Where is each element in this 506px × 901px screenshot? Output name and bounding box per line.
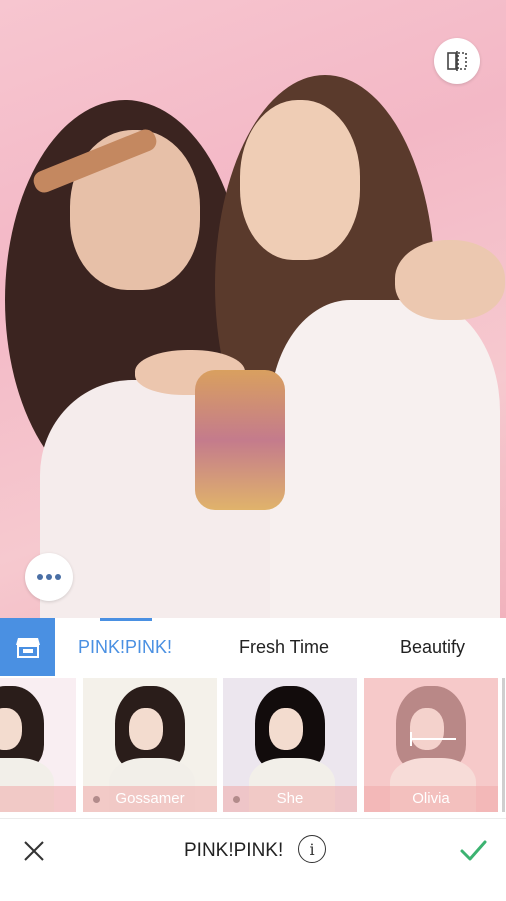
confirm-button[interactable]: [458, 835, 488, 865]
filter-thumb-label: Gossamer: [83, 786, 217, 812]
thumb-face: [410, 708, 444, 750]
checkmark-icon: [460, 840, 487, 861]
intensity-slider[interactable]: [410, 732, 456, 746]
more-options-button[interactable]: [25, 553, 73, 601]
filter-thumb-label: ather: [0, 786, 76, 812]
current-filter-name: PINK!PINK!: [184, 840, 284, 861]
intensity-slider-handle[interactable]: [410, 732, 412, 746]
compare-icon: [447, 51, 467, 71]
filter-thumb-gossamer[interactable]: Gossamer: [83, 678, 217, 812]
filter-thumb-label: She: [223, 786, 357, 812]
bracelets: [195, 370, 285, 510]
thumb-strip-scrollbar[interactable]: [502, 678, 505, 812]
filter-thumb-feather[interactable]: ather: [0, 678, 76, 812]
store-icon: [15, 638, 40, 658]
filter-thumb-she[interactable]: She: [223, 678, 357, 812]
close-button[interactable]: [20, 837, 48, 865]
right-figure-face: [240, 100, 360, 260]
info-button[interactable]: i: [298, 835, 326, 863]
close-icon: [24, 841, 44, 861]
info-icon: i: [309, 839, 315, 859]
filter-thumbnail-strip: ather Gossamer She Olivia: [0, 676, 506, 818]
tab-beautify[interactable]: Beautify: [400, 618, 465, 676]
tab-pink-pink[interactable]: PINK!PINK!: [78, 618, 172, 676]
filter-thumb-label: Olivia: [364, 786, 498, 812]
right-figure-dress: [270, 300, 500, 618]
more-dots-icon: [37, 574, 61, 580]
thumb-face: [269, 708, 303, 750]
tab-fresh-time[interactable]: Fresh Time: [239, 618, 329, 676]
filter-category-tabs: PINK!PINK! Fresh Time Beautify: [0, 618, 506, 676]
right-figure-arm: [395, 240, 505, 320]
compare-button[interactable]: [434, 38, 480, 84]
filter-thumb-olivia[interactable]: Olivia: [364, 678, 498, 812]
thumb-face: [129, 708, 163, 750]
photo-preview: [0, 0, 506, 618]
bottom-action-bar: PINK!PINK! i: [0, 818, 506, 901]
store-tab[interactable]: [0, 618, 55, 676]
